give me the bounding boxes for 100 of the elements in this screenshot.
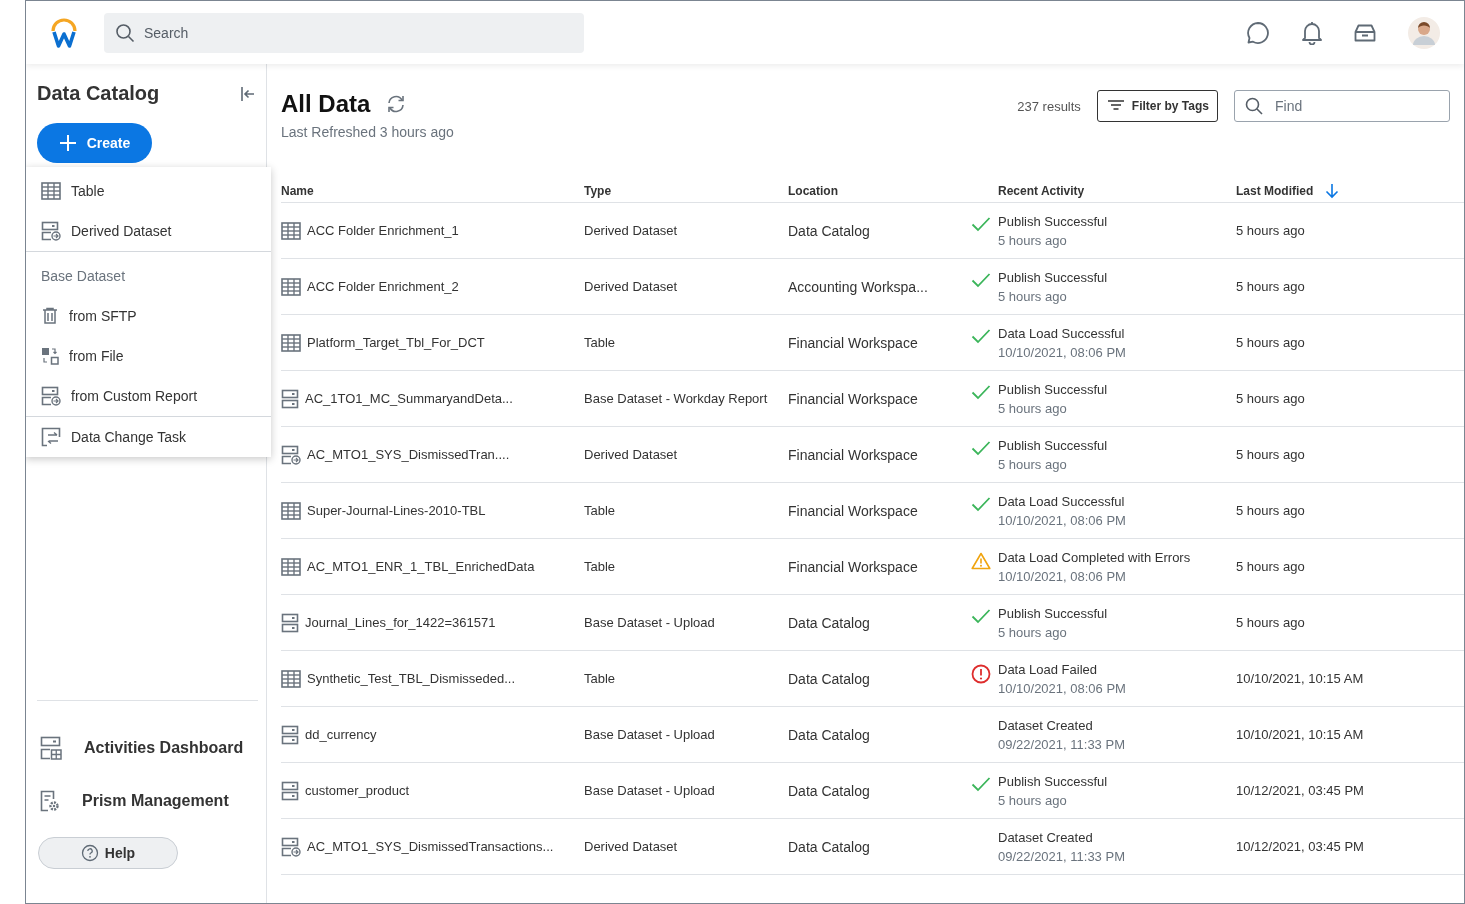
plus-icon (58, 134, 77, 152)
menu-item[interactable]: from Custom Report (26, 376, 271, 416)
table-cell-text: Derived Dataset (584, 839, 679, 854)
logo-icon (50, 16, 78, 49)
menu-item[interactable]: Data Change Task (26, 417, 271, 457)
table-cell-text: Financial Workspace (788, 502, 919, 519)
table-cell-text: Derived Dataset (584, 223, 679, 238)
table-cell-text: Base Dataset - Upload (584, 783, 716, 798)
activity-text: Publish Successful (998, 213, 1108, 229)
trash-icon (41, 307, 59, 325)
activity-text: Dataset Created (998, 829, 1094, 845)
menu-item[interactable]: Table (26, 171, 271, 211)
dataset-name[interactable]: Journal_Lines_for_1422=361571 (305, 615, 496, 630)
dataset-name[interactable]: Super-Journal-Lines-2010-TBL (307, 503, 486, 518)
activity-text: Publish Successful (998, 381, 1108, 397)
column-header[interactable]: Location (788, 184, 838, 198)
chat-icon[interactable] (1246, 20, 1270, 45)
activity-time: 5 hours ago (998, 400, 1068, 416)
help-button[interactable]: Help (38, 837, 178, 869)
table-cell-text: 5 hours ago (1236, 223, 1306, 238)
column-header[interactable]: Type (584, 184, 612, 198)
table-cell-text: 10/10/2021, 10:15 AM (1236, 671, 1365, 686)
table-cell-text: Derived Dataset (584, 447, 679, 462)
table-cell-text: 10/12/2021, 03:45 PM (1236, 783, 1365, 798)
grid-icon (281, 221, 301, 240)
table-cell-text: 5 hours ago (1236, 447, 1306, 462)
activity-time: 5 hours ago (998, 456, 1068, 472)
grid-icon (281, 333, 301, 352)
table-cell-text: Data Catalog (788, 222, 871, 239)
table-cell-text: Data Catalog (788, 670, 871, 687)
table-cell-text: Data Catalog (788, 838, 871, 855)
menu-item[interactable]: from SFTP (26, 296, 271, 336)
inbox-icon[interactable] (1354, 23, 1376, 42)
table-cell-text: 10/10/2021, 10:15 AM (1236, 727, 1365, 742)
swap-document-icon (41, 427, 61, 447)
filter-button[interactable]: Filter by Tags (1096, 90, 1218, 122)
table-cell-text: Base Dataset - Upload (584, 615, 716, 630)
page-title: All Data (281, 90, 371, 118)
activity-time: 10/10/2021, 08:06 PM (998, 512, 1126, 528)
table-cell-text: Accounting Workspa... (788, 278, 929, 295)
table-cell-text: Base Dataset - Workday Report (584, 391, 769, 406)
stacked-boxes-arrow-icon (41, 386, 61, 406)
table-cell-text: Data Catalog (788, 614, 871, 631)
table-cell-text: 5 hours ago (1236, 335, 1306, 350)
activity-text: Publish Successful (998, 269, 1108, 285)
grid-icon (281, 669, 301, 688)
column-header[interactable]: Last Modified (1236, 184, 1314, 198)
table-cell-text: Financial Workspace (788, 390, 919, 407)
table-cell-text: Derived Dataset (584, 279, 679, 294)
search-field[interactable]: Search (104, 12, 584, 53)
search-icon (1245, 97, 1263, 115)
column-header[interactable]: Name (281, 184, 314, 198)
table-cell-text: Base Dataset - Upload (584, 727, 716, 742)
column-header[interactable]: Recent Activity (998, 184, 1085, 198)
table-cell-text: 5 hours ago (1236, 391, 1306, 406)
dataset-name[interactable]: ACC Folder Enrichment_2 (307, 279, 459, 294)
dataset-name[interactable]: Platform_Target_Tbl_For_DCT (307, 335, 485, 350)
nav-item[interactable]: Activities Dashboard (37, 721, 258, 774)
table-cell-text: 5 hours ago (1236, 503, 1306, 518)
dataset-name[interactable]: dd_currency (305, 727, 377, 742)
activity-text: Dataset Created (998, 717, 1094, 733)
stacked-boxes-icon (281, 780, 299, 801)
dataset-name[interactable]: ACC Folder Enrichment_1 (307, 223, 459, 238)
activity-time: 10/10/2021, 08:06 PM (998, 344, 1126, 360)
table-cell-text: Table (584, 559, 617, 574)
activity-time: 09/22/2021, 11:33 PM (998, 848, 1125, 864)
collapse-icon[interactable] (240, 85, 256, 102)
stacked-boxes-arrow-icon (281, 836, 301, 857)
sidebar-title: Data Catalog (37, 82, 160, 105)
activity-text: Data Load Successful (998, 325, 1126, 341)
document-gear-icon (40, 789, 60, 812)
nav-item[interactable]: Prism Management (37, 774, 258, 827)
notifications-icon[interactable] (1302, 20, 1322, 45)
dataset-name[interactable]: Synthetic_Test_TBL_Dismisseded... (307, 671, 516, 686)
sort-down-icon[interactable] (1325, 183, 1340, 199)
activity-time: 5 hours ago (998, 792, 1068, 808)
stacked-boxes-arrow-icon (41, 221, 61, 241)
table-cell-text: Financial Workspace (788, 334, 919, 351)
table-cell-text: Financial Workspace (788, 446, 919, 463)
activity-text: Publish Successful (998, 773, 1108, 789)
dataset-name[interactable]: AC_1TO1_MC_SummaryandDeta... (305, 391, 513, 406)
table-cell-text: Table (584, 503, 617, 518)
dataset-name[interactable]: AC_MTO1_SYS_DismissedTransactions... (307, 839, 554, 854)
dataset-name[interactable]: AC_MTO1_ENR_1_TBL_EnrichedData (307, 559, 535, 574)
activity-time: 09/22/2021, 11:33 PM (998, 736, 1125, 752)
menu-item[interactable]: from File (26, 336, 271, 376)
create-button[interactable]: Create (37, 123, 152, 163)
table-cell-text: 5 hours ago (1236, 559, 1306, 574)
avatar-icon[interactable] (1408, 16, 1440, 49)
menu-item[interactable]: Derived Dataset (26, 211, 271, 251)
table-cell-text: Table (584, 335, 617, 350)
dataset-name[interactable]: AC_MTO1_SYS_DismissedTran.... (307, 447, 510, 462)
activity-text: Publish Successful (998, 437, 1108, 453)
dataset-name[interactable]: customer_product (305, 783, 410, 798)
dashboard-icon (40, 735, 62, 760)
grid-icon (41, 182, 61, 200)
activity-text: Data Load Failed (998, 661, 1098, 677)
refresh-icon[interactable] (386, 95, 407, 113)
activity-time: 5 hours ago (998, 232, 1068, 248)
find-field[interactable]: Find (1234, 90, 1450, 122)
